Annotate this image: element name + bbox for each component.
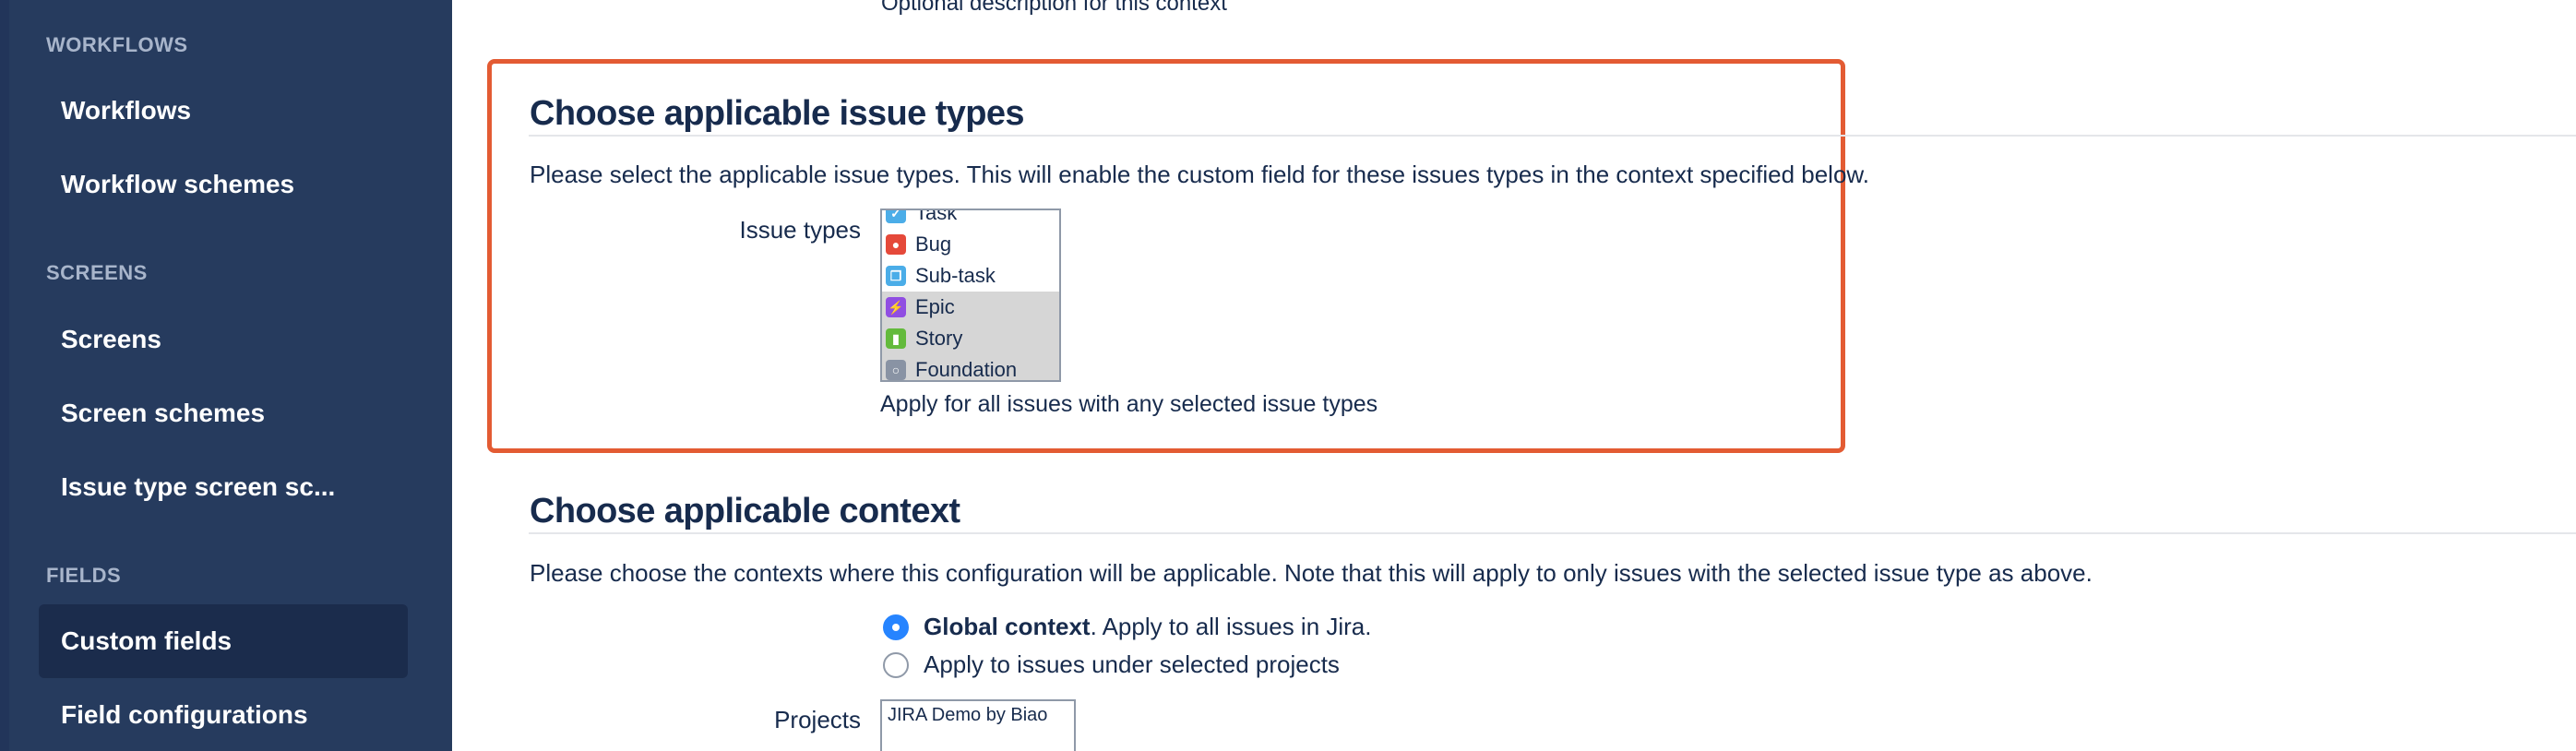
issue-types-label: Issue types	[739, 216, 861, 244]
sidebar-item-field-configurations[interactable]: Field configurations	[39, 678, 408, 751]
projects-select[interactable]: JIRA Demo by Biao	[880, 699, 1076, 751]
bug-icon: ●	[886, 234, 906, 255]
sidebar-item-screens[interactable]: Screens	[39, 303, 408, 376]
option-label: Story	[915, 327, 963, 350]
section-divider	[529, 135, 2576, 137]
context-section-title: Choose applicable context	[530, 492, 960, 530]
context-description-hint: Optional description for this context	[881, 0, 1227, 16]
issue-type-option-foundation[interactable]: ○ Foundation	[882, 354, 1059, 381]
sidebar-item-label: Screens	[61, 325, 161, 353]
issue-type-option-bug[interactable]: ● Bug	[882, 229, 1059, 260]
option-label: Bug	[915, 232, 952, 256]
sidebar-heading-workflows: WORKFLOWS	[46, 33, 188, 56]
projects-context-option[interactable]: Apply to issues under selected projects	[883, 650, 1340, 679]
sidebar-item-label: Field configurations	[61, 700, 308, 729]
projects-label: Projects	[774, 706, 861, 733]
subtask-icon: ❐	[886, 266, 906, 286]
sidebar-item-label: Workflow schemes	[61, 170, 295, 198]
sidebar-heading-screens: SCREENS	[46, 261, 148, 284]
global-context-option[interactable]: Global context. Apply to all issues in J…	[883, 613, 1372, 641]
option-label: Foundation	[915, 358, 1018, 381]
task-icon: ✓	[886, 210, 906, 223]
main-content: Optional description for this context Ch…	[452, 0, 2576, 751]
sidebar-heading-fields: FIELDS	[46, 564, 122, 587]
option-label: Task	[915, 209, 958, 224]
global-context-label: Global context. Apply to all issues in J…	[924, 613, 1372, 641]
story-icon: ▮	[886, 328, 906, 349]
global-context-radio[interactable]	[883, 614, 909, 640]
sidebar-item-label: Issue type screen sc...	[61, 472, 336, 501]
section-divider	[529, 532, 2576, 534]
issue-types-description: Please select the applicable issue types…	[530, 161, 1869, 188]
sidebar-item-screen-schemes[interactable]: Screen schemes	[39, 376, 408, 450]
sidebar-item-label: Workflows	[61, 96, 192, 125]
sidebar-item-label: Screen schemes	[61, 399, 266, 427]
sidebar-edge	[0, 0, 9, 751]
projects-context-radio[interactable]	[883, 651, 909, 678]
issue-types-helper-text: Apply for all issues with any selected i…	[880, 391, 1378, 417]
issue-type-option-sub-task[interactable]: ❐ Sub-task	[882, 260, 1059, 292]
issue-types-select[interactable]: ✓ Task ● Bug ❐ Sub-task ⚡ Epic ▮ Story ○…	[880, 209, 1061, 382]
epic-icon: ⚡	[886, 297, 906, 317]
issue-types-section-title: Choose applicable issue types	[530, 94, 1025, 133]
context-description: Please choose the contexts where this co…	[530, 559, 2093, 587]
sidebar-item-label: Custom fields	[61, 626, 233, 655]
sidebar-item-custom-fields[interactable]: Custom fields	[39, 604, 408, 678]
sidebar: WORKFLOWS Workflows Workflow schemes SCR…	[0, 0, 452, 751]
sidebar-item-issue-type-screen-schemes[interactable]: Issue type screen sc...	[39, 450, 408, 524]
sidebar-item-workflows[interactable]: Workflows	[39, 74, 408, 148]
issue-type-option-story[interactable]: ▮ Story	[882, 323, 1059, 354]
option-label: Sub-task	[915, 264, 996, 287]
issue-type-option-task[interactable]: ✓ Task	[882, 209, 1059, 229]
project-option[interactable]: JIRA Demo by Biao	[888, 705, 1068, 726]
option-label: Epic	[915, 295, 955, 318]
issue-type-option-epic[interactable]: ⚡ Epic	[882, 292, 1059, 323]
projects-context-label: Apply to issues under selected projects	[924, 650, 1340, 678]
sidebar-item-workflow-schemes[interactable]: Workflow schemes	[39, 148, 408, 221]
global-context-rest: . Apply to all issues in Jira.	[1090, 613, 1372, 640]
foundation-icon: ○	[886, 360, 906, 380]
global-context-bold: Global context	[924, 613, 1091, 640]
